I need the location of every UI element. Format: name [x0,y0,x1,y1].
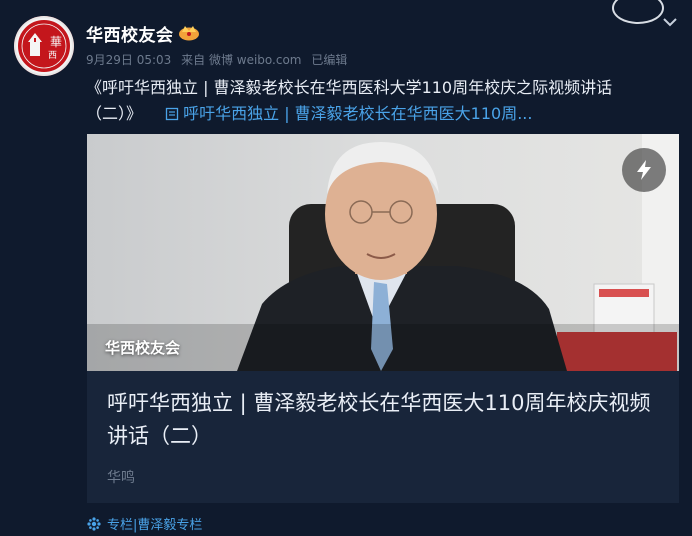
vip-crown-icon[interactable] [178,23,200,41]
post-source[interactable]: 来自 微博 weibo.com [181,53,301,67]
svg-text:華: 華 [50,35,62,49]
avatar[interactable]: 華 西 [14,16,74,76]
video-source-label: 华西校友会 [105,339,181,357]
post-date[interactable]: 9月29日 05:03 [86,53,171,67]
chevron-down-icon[interactable] [661,15,679,29]
column-link[interactable]: 专栏|曹泽毅专栏 [87,514,202,533]
corner-stamp-icon [612,0,664,24]
edited-label[interactable]: 已编辑 [311,53,347,67]
post-meta: 9月29日 05:03 来自 微博 weibo.com 已编辑 [86,51,353,68]
card-author: 华鸣 [107,470,135,486]
column-icon [87,517,101,531]
card-title[interactable]: 呼吁华西独立 | 曹泽毅老校长在华西医大110周年校庆视频讲话（二） [107,387,667,453]
article-link-label[interactable]: 呼吁华西独立 | 曹泽毅老校长在华西医大110周... [183,104,532,123]
video-thumbnail[interactable]: 华西校友会 [87,134,679,371]
post-text-tail: （二）》 [86,104,143,123]
post-text: 《呼吁华西独立 | 曹泽毅老校长在华西医科大学110周年校庆之际视频讲话 [86,78,613,97]
wcums-seal-logo: 華 西 [16,18,72,74]
lightning-icon[interactable] [622,148,666,192]
article-card[interactable]: 华西校友会 呼吁华西独立 | 曹泽毅老校长在华西医大110周年校庆视频讲话（二）… [87,134,679,503]
username[interactable]: 华西校友会 [86,21,174,46]
post-text-continued: （二）》 呼吁华西独立 | 曹泽毅老校长在华西医大110周... [86,101,532,127]
article-link[interactable]: 呼吁华西独立 | 曹泽毅老校长在华西医大110周... [165,104,532,123]
speaker-image [87,134,679,371]
article-icon [165,107,179,121]
svg-text:西: 西 [48,50,57,61]
column-label[interactable]: 专栏|曹泽毅专栏 [107,518,202,533]
